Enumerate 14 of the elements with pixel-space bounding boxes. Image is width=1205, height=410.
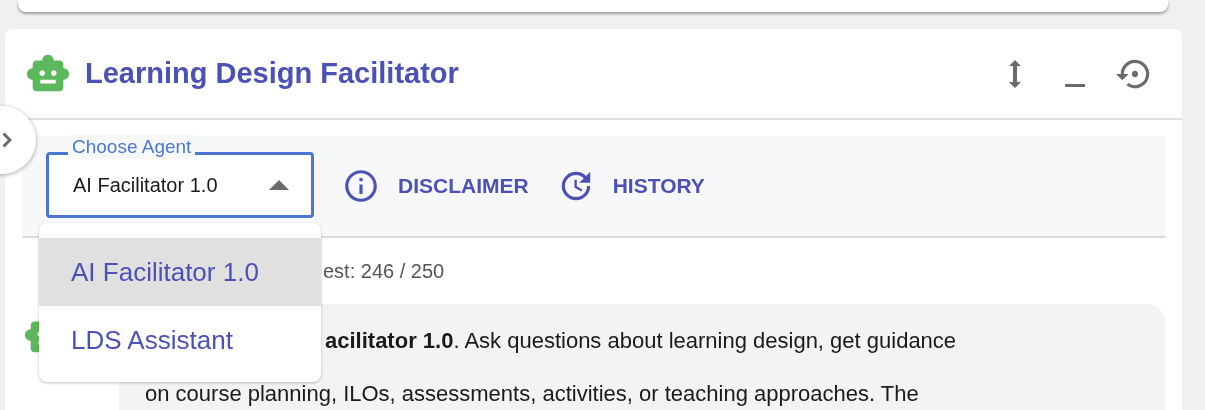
menu-item[interactable]: LDS Assistant — [39, 306, 321, 374]
select-label: Choose Agent — [68, 135, 196, 159]
panel-title: Learning Design Facilitator — [85, 55, 459, 91]
menu-item[interactable]: AI Facilitator 1.0 — [39, 238, 321, 306]
select-value: AI Facilitator 1.0 — [73, 173, 218, 198]
minimize-icon[interactable] — [1065, 83, 1085, 87]
chevron-right-icon — [2, 132, 12, 148]
toolbar-button[interactable]: HISTORY — [556, 164, 705, 208]
usage-text: est: 246 / 250 — [323, 259, 445, 284]
vertical-arrows-icon[interactable] — [1008, 58, 1022, 89]
toolbar-button[interactable]: DISCLAIMER — [342, 164, 529, 208]
message-line: on course planning, ILOs, assessments, activities, or teaching approaches. The — [145, 381, 919, 407]
message-line: acilitator 1.0. Ask questions about learning design, get guidance — [325, 328, 957, 354]
info-icon — [342, 167, 380, 205]
